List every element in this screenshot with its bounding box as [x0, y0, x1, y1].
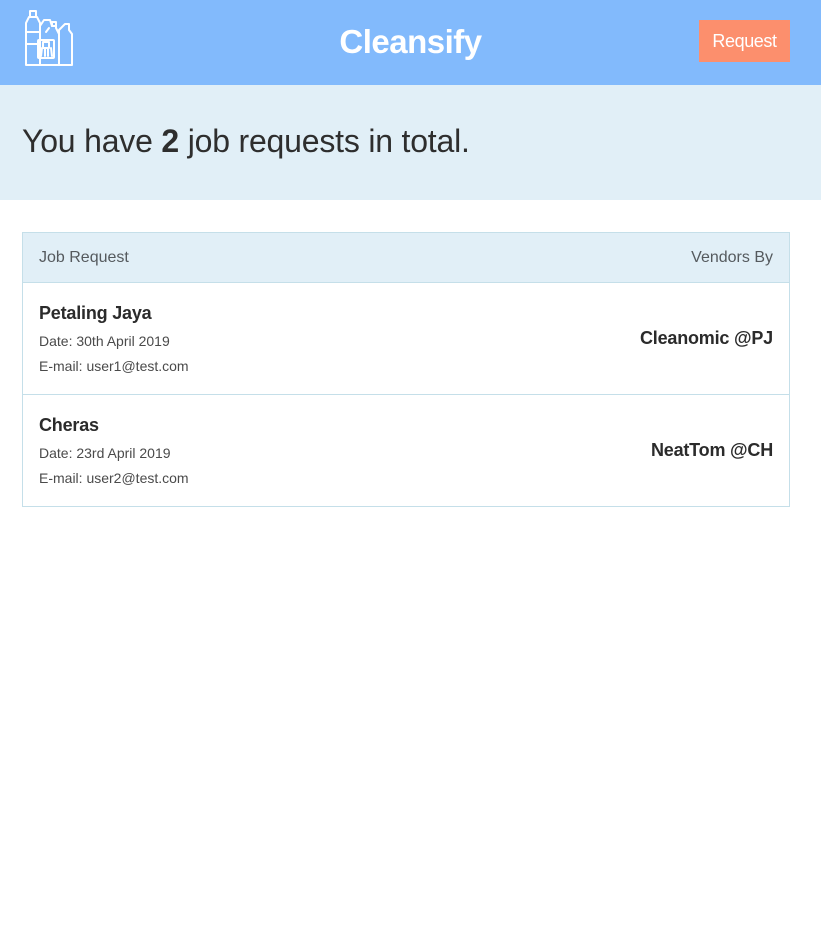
- table-header: Job Request Vendors By: [23, 233, 789, 283]
- job-date: Date: 30th April 2019: [39, 333, 170, 349]
- column-header-vendors-by: Vendors By: [691, 249, 773, 266]
- summary-text: You have 2 job requests in total.: [22, 123, 470, 160]
- job-vendor: Cleanomic @PJ: [640, 328, 773, 348]
- table-row[interactable]: Cheras Date: 23rd April 2019 E-mail: use…: [23, 395, 789, 507]
- app-title: Cleansify: [339, 23, 482, 60]
- job-email: E-mail: user2@test.com: [39, 470, 189, 486]
- job-vendor: NeatTom @CH: [650, 440, 773, 460]
- job-requests-table: Job Request Vendors By Petaling Jaya Dat…: [22, 232, 790, 507]
- summary-banner: You have 2 job requests in total.: [0, 85, 821, 200]
- job-location: Petaling Jaya: [39, 303, 152, 323]
- job-location: Cheras: [39, 415, 99, 435]
- cleaning-supplies-icon[interactable]: [21, 10, 73, 68]
- job-date: Date: 23rd April 2019: [39, 445, 171, 461]
- job-count: 2: [161, 123, 179, 159]
- summary-prefix: You have: [22, 123, 153, 159]
- summary-suffix: job requests in total.: [187, 123, 470, 159]
- table-row[interactable]: Petaling Jaya Date: 30th April 2019 E-ma…: [23, 283, 789, 395]
- top-navbar: Cleansify Request: [0, 0, 821, 85]
- column-header-job-request: Job Request: [39, 249, 129, 266]
- job-email: E-mail: user1@test.com: [39, 358, 189, 374]
- request-button[interactable]: Request: [699, 20, 790, 62]
